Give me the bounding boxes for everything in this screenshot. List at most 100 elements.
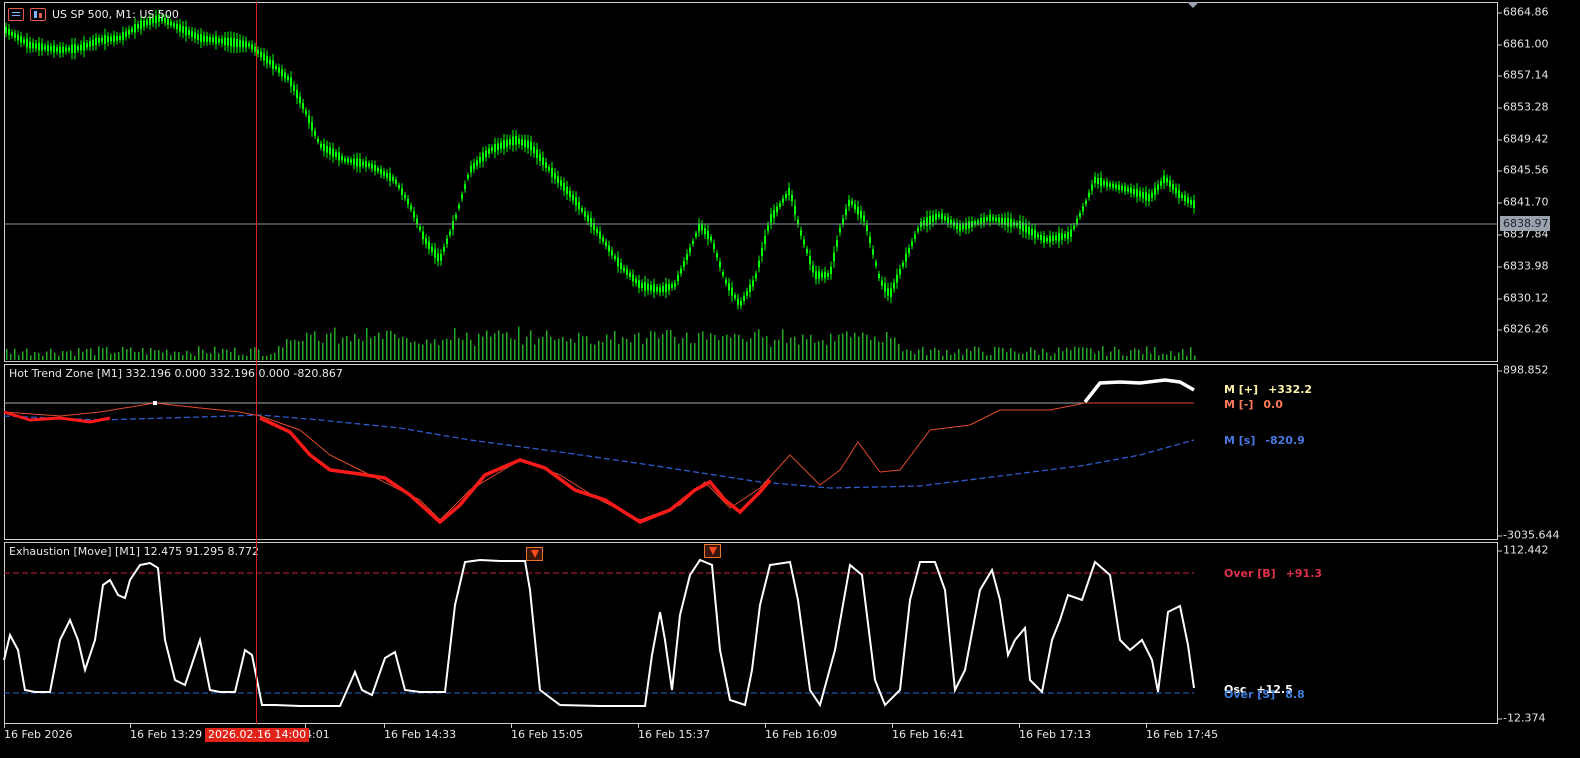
volume-bar xyxy=(50,348,52,360)
volume-bar xyxy=(346,335,348,360)
candle-body xyxy=(71,44,73,54)
candle-body xyxy=(518,138,520,145)
volume-bar xyxy=(366,327,368,360)
candle-body xyxy=(83,42,85,51)
candle-body xyxy=(896,274,898,283)
candle-body xyxy=(314,130,316,136)
candle-body xyxy=(623,267,625,271)
candle-body xyxy=(638,280,640,288)
candle-body xyxy=(248,43,250,47)
candle-body xyxy=(515,136,517,145)
volume-bar xyxy=(954,353,956,360)
candle-body xyxy=(1124,186,1126,192)
volume-bar xyxy=(1174,355,1176,360)
candle-body xyxy=(590,218,592,227)
candle-body xyxy=(275,65,277,70)
candle-body xyxy=(752,280,754,287)
candle-body xyxy=(437,253,439,261)
volume-bar xyxy=(294,339,296,360)
volume-bar xyxy=(790,337,792,360)
volume-bar xyxy=(762,337,764,360)
volume-bar xyxy=(386,330,388,360)
volume-bar xyxy=(82,351,84,360)
candle-body xyxy=(521,139,523,146)
candle-body xyxy=(773,210,775,218)
chart-type-icon[interactable] xyxy=(30,8,46,21)
candle-body xyxy=(170,21,172,26)
volume-bar xyxy=(542,336,544,360)
candle-body xyxy=(851,200,853,205)
candle-body xyxy=(710,236,712,241)
candle-body xyxy=(989,214,991,222)
volume-bar xyxy=(118,352,120,360)
candle-body xyxy=(419,226,421,230)
candle-body xyxy=(1121,186,1123,190)
candle-body xyxy=(272,60,274,69)
candle-body xyxy=(110,36,112,42)
legend-over-s-name: Over [S] xyxy=(1224,688,1276,701)
candle-body xyxy=(833,252,835,262)
candle-body xyxy=(563,183,565,191)
volume-bar xyxy=(946,349,948,360)
volume-bar xyxy=(1142,354,1144,360)
exhaustion-sell-signal-icon[interactable] xyxy=(526,547,543,561)
exhaustion-sell-signal-icon[interactable] xyxy=(704,544,721,558)
candle-body xyxy=(698,223,700,232)
volume-bar xyxy=(214,346,216,360)
candle-body xyxy=(1079,213,1081,217)
candle-body xyxy=(395,179,397,184)
volume-bar xyxy=(450,339,452,360)
volume-bar xyxy=(334,327,336,360)
volume-bar xyxy=(674,337,676,360)
price-axis-tick: 6849.42 xyxy=(1498,132,1549,146)
volume-bar xyxy=(582,336,584,360)
volume-bar xyxy=(266,355,268,360)
volume-bar xyxy=(282,347,284,360)
volume-bar xyxy=(390,330,392,360)
candle-body xyxy=(1151,192,1153,198)
volume-bar xyxy=(462,339,464,360)
trend-scale-min: -3035.644 xyxy=(1497,528,1560,542)
volume-bar xyxy=(26,348,28,360)
candle-body xyxy=(38,42,40,51)
candle-body xyxy=(842,218,844,224)
candle-body xyxy=(1025,224,1027,233)
candle-body xyxy=(533,146,535,154)
volume-bar xyxy=(318,340,320,360)
candle-body xyxy=(266,55,268,64)
candle-body xyxy=(410,205,412,210)
volume-bar xyxy=(1098,350,1100,360)
volume-bar xyxy=(558,338,560,360)
volume-bar xyxy=(1014,351,1016,360)
candle-body xyxy=(140,20,142,29)
volume-bar xyxy=(170,355,172,360)
legend-over-b-value: +91.3 xyxy=(1285,567,1323,580)
volume-bar xyxy=(94,355,96,360)
volume-bar xyxy=(138,352,140,360)
volume-bar xyxy=(426,339,428,360)
volume-bar xyxy=(1058,347,1060,360)
candle-body xyxy=(1058,232,1060,242)
volume-bar xyxy=(18,354,20,360)
candle-body xyxy=(251,44,253,50)
candle-body xyxy=(854,203,856,210)
volume-bar xyxy=(666,330,668,360)
volume-bar xyxy=(766,336,768,360)
volume-bar xyxy=(206,353,208,360)
volume-bar xyxy=(1078,347,1080,360)
candle-body xyxy=(1136,188,1138,197)
volume-bar xyxy=(998,347,1000,360)
candle-body xyxy=(1064,233,1066,239)
candle-body xyxy=(836,240,838,247)
candle-body xyxy=(908,248,910,254)
candle-body xyxy=(1160,181,1162,186)
trading-chart-window[interactable]: Hot Trend Zone [M1] 332.196 0.000 332.19… xyxy=(0,0,1580,758)
candle-body xyxy=(50,46,52,51)
volume-bar xyxy=(858,336,860,360)
shift-marker-icon[interactable] xyxy=(1187,2,1199,8)
chart-list-icon[interactable] xyxy=(8,8,24,21)
volume-bar xyxy=(862,332,864,360)
volume-bar xyxy=(718,340,720,360)
candle-body xyxy=(1169,180,1171,187)
candle-body xyxy=(1139,191,1141,197)
